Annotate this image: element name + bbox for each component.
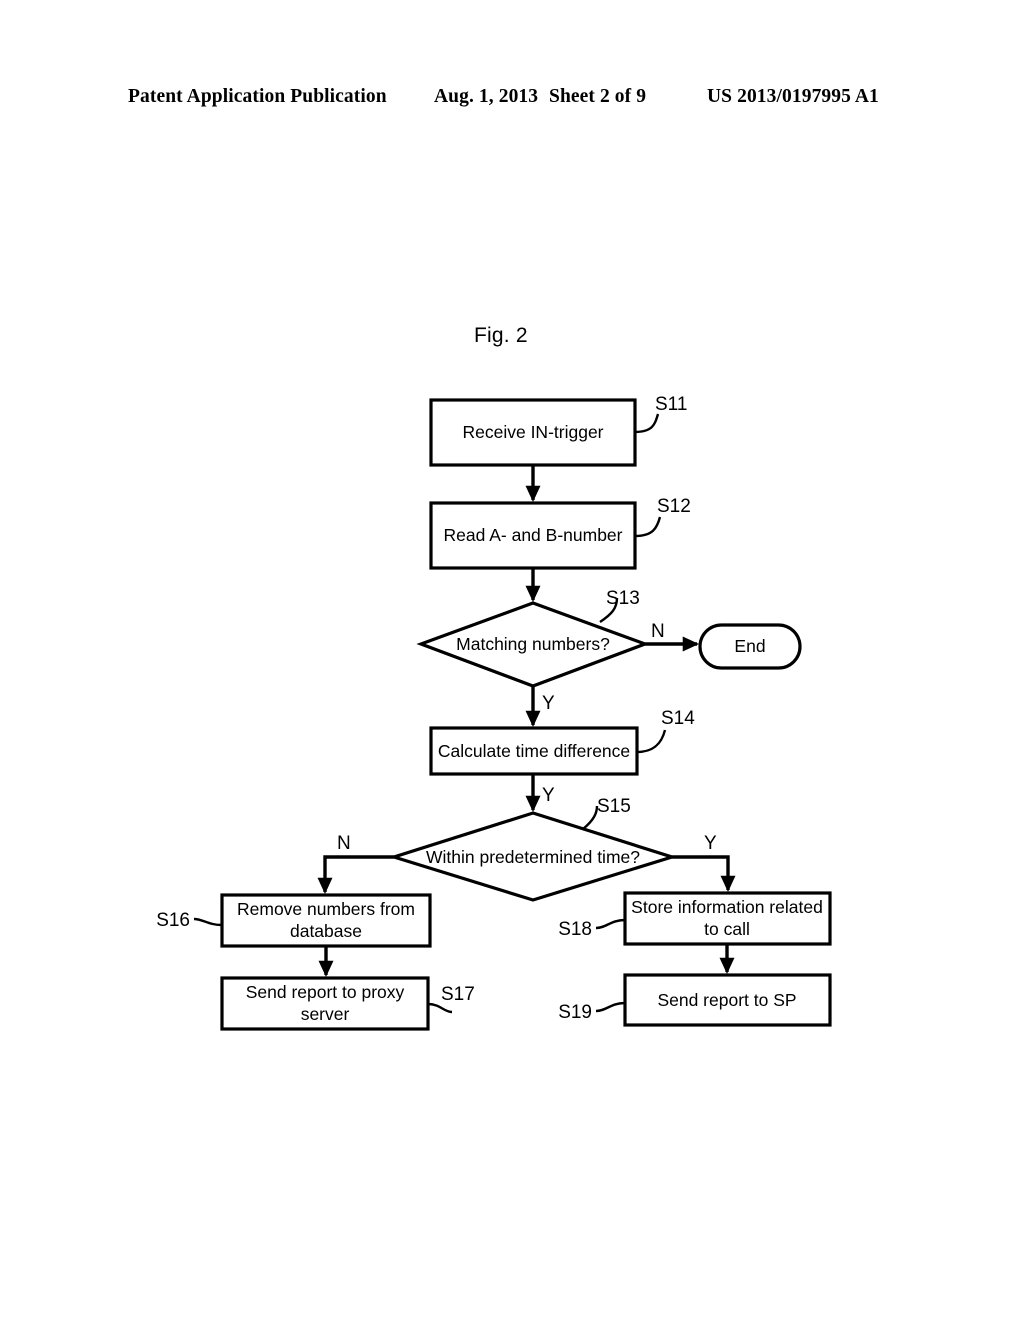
node-s18-step-label: S18 bbox=[558, 919, 592, 940]
patent-page: Patent Application Publication Aug. 1, 2… bbox=[0, 0, 1024, 1320]
node-s14-step-label: S14 bbox=[661, 708, 695, 729]
node-s12-step-label: S12 bbox=[657, 496, 691, 517]
branch-label-s13-yes: Y bbox=[542, 693, 555, 714]
node-s19-leader-line bbox=[595, 1001, 626, 1013]
node-s16-label-line1: Remove numbers from bbox=[237, 899, 415, 919]
branch-label-s15-no: N bbox=[337, 833, 351, 854]
node-s15-leader-line bbox=[582, 805, 599, 830]
node-s18-label-line2: to call bbox=[704, 919, 750, 939]
node-s12-read-a-and-b-number: Read A- and B-number S12 bbox=[429, 496, 691, 570]
node-s16-remove-numbers-from-database: Remove numbers from database S16 bbox=[156, 893, 432, 948]
flow-s15-yes-to-s18 bbox=[672, 855, 736, 893]
node-s13-step-label: S13 bbox=[606, 588, 640, 609]
node-s11-label: Receive IN-trigger bbox=[462, 422, 603, 442]
node-end-label: End bbox=[734, 636, 765, 656]
node-end-terminator: End bbox=[698, 623, 802, 670]
branch-label-s15-yes: Y bbox=[704, 833, 717, 854]
branch-label-s13-no: N bbox=[651, 621, 665, 642]
node-s17-step-label: S17 bbox=[441, 984, 475, 1005]
node-s14-calculate-time-difference: Calculate time difference S14 bbox=[429, 708, 695, 776]
node-s15-label: Within predetermined time? bbox=[426, 847, 640, 867]
node-s17-leader-line bbox=[427, 1002, 453, 1014]
node-s12-leader-line bbox=[634, 516, 662, 538]
branch-label-s14-yes: Y bbox=[542, 785, 555, 806]
flow-s15-no-to-s16 bbox=[317, 855, 394, 895]
node-s18-leader-line bbox=[595, 918, 626, 930]
node-s15-within-predetermined-time: Within predetermined time? S15 bbox=[388, 796, 678, 902]
node-s18-store-information-related-to-call: Store information related to call S18 bbox=[558, 891, 832, 946]
node-s11-receive-in-trigger: Receive IN-trigger S11 bbox=[429, 394, 687, 467]
node-s14-leader-line bbox=[636, 729, 667, 754]
node-s14-label: Calculate time difference bbox=[438, 741, 630, 761]
node-s16-leader-line bbox=[193, 917, 223, 927]
node-s17-label-line1: Send report to proxy bbox=[246, 982, 405, 1002]
node-s13-matching-numbers: Matching numbers? S13 bbox=[416, 588, 650, 688]
node-s18-label-line1: Store information related bbox=[631, 897, 823, 917]
node-s11-step-label: S11 bbox=[655, 394, 687, 415]
node-s11-leader-line bbox=[634, 413, 660, 434]
node-s17-label-line2: server bbox=[301, 1004, 350, 1024]
node-s16-label-line2: database bbox=[290, 921, 362, 941]
node-s13-label: Matching numbers? bbox=[456, 634, 610, 654]
node-s19-send-report-to-sp: Send report to SP S19 bbox=[558, 973, 832, 1027]
flowchart-diagram: Receive IN-trigger S11 Read A- and B-num… bbox=[156, 394, 832, 1031]
node-s16-step-label: S16 bbox=[156, 910, 190, 931]
node-s19-step-label: S19 bbox=[558, 1002, 592, 1023]
node-s17-send-report-to-proxy-server: Send report to proxy server S17 bbox=[220, 976, 475, 1031]
node-s12-label: Read A- and B-number bbox=[444, 525, 623, 545]
node-s19-label: Send report to SP bbox=[657, 990, 796, 1010]
node-s15-step-label: S15 bbox=[597, 796, 631, 817]
